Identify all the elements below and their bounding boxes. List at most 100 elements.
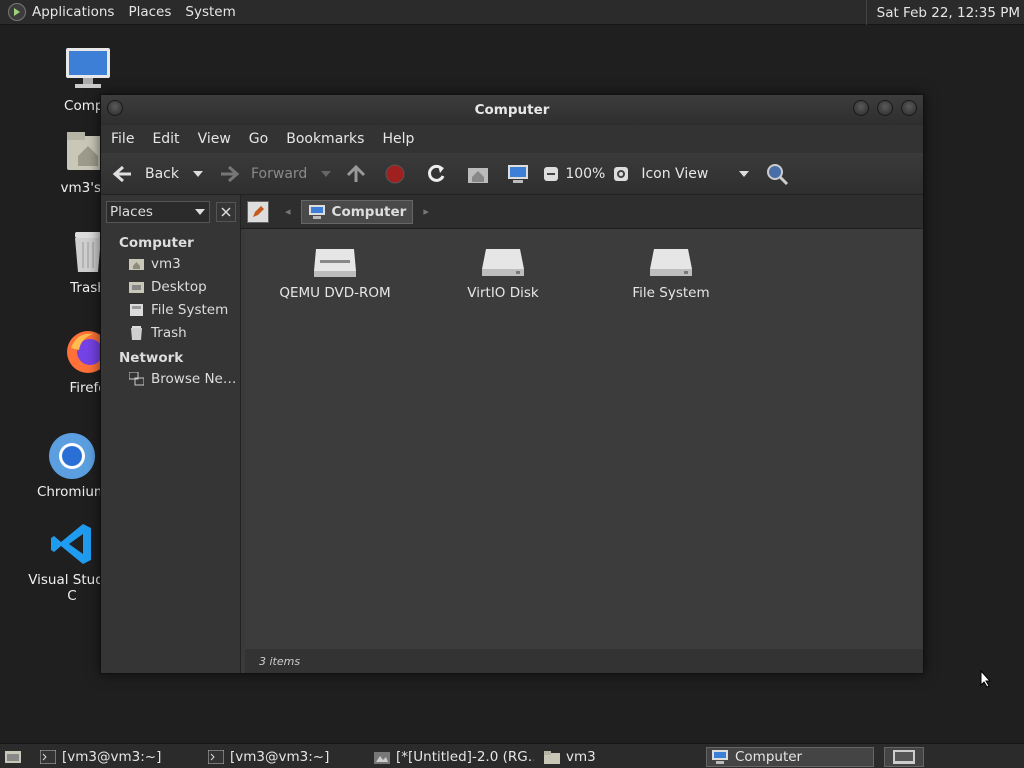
toolbar: Back Forward 100% Icon View bbox=[101, 153, 923, 195]
zoom-in-button[interactable] bbox=[613, 153, 629, 194]
file-item-dvd[interactable]: QEMU DVD-ROM bbox=[265, 243, 405, 301]
sidebar-item-label: vm3 bbox=[151, 255, 181, 272]
back-history-dropdown[interactable] bbox=[193, 153, 203, 194]
computer-icon bbox=[508, 164, 529, 183]
search-button[interactable] bbox=[765, 153, 789, 194]
sidebar-section-computer: Computer bbox=[119, 235, 194, 251]
forward-history-dropdown[interactable] bbox=[321, 153, 332, 194]
reload-icon bbox=[428, 164, 445, 182]
chevron-down-icon bbox=[193, 170, 203, 177]
view-mode-select[interactable]: Icon View bbox=[641, 153, 750, 194]
sidebar-item-label: Desktop bbox=[151, 278, 207, 295]
path-left-arrow[interactable]: ◂ bbox=[285, 205, 291, 218]
close-button[interactable] bbox=[901, 100, 917, 116]
taskbar-item-label: vm3 bbox=[566, 749, 596, 765]
sidebar-item-label: File System bbox=[151, 301, 229, 318]
hard-drive-icon bbox=[482, 249, 524, 276]
file-item-virtio[interactable]: VirtIO Disk bbox=[433, 243, 573, 301]
taskbar-item-terminal-2[interactable]: [vm3@vm3:~] bbox=[208, 747, 329, 767]
computer-icon bbox=[712, 750, 728, 764]
zoom-level[interactable]: 100% bbox=[565, 166, 605, 182]
trash-icon bbox=[131, 325, 142, 340]
back-label: Back bbox=[145, 165, 179, 182]
menu-view[interactable]: View bbox=[198, 131, 231, 147]
path-label: Computer bbox=[331, 203, 407, 220]
sidebar-item-browse-network[interactable]: Browse Ne… bbox=[101, 367, 240, 390]
sidebar-item-trash[interactable]: Trash bbox=[101, 321, 240, 344]
menu-go[interactable]: Go bbox=[249, 131, 268, 147]
taskbar-item-computer[interactable]: Computer bbox=[706, 747, 874, 767]
chevron-down-icon bbox=[321, 170, 332, 177]
mouse-cursor-icon bbox=[980, 670, 992, 688]
zoom-out-button[interactable] bbox=[543, 153, 559, 194]
sidebar-item-desktop[interactable]: Desktop bbox=[101, 275, 240, 298]
workspace-switcher[interactable] bbox=[884, 747, 924, 767]
taskbar-item-vm3[interactable]: vm3 bbox=[544, 747, 596, 767]
file-label: QEMU DVD-ROM bbox=[279, 285, 391, 301]
forward-button[interactable]: Forward bbox=[217, 153, 307, 194]
stop-button[interactable] bbox=[385, 153, 405, 194]
path-right-arrow[interactable]: ▸ bbox=[423, 205, 429, 218]
window-titlebar[interactable]: Computer bbox=[101, 95, 923, 125]
menu-file[interactable]: File bbox=[111, 131, 134, 147]
sidebar-type-select[interactable]: Places bbox=[106, 201, 210, 223]
home-folder-icon bbox=[129, 258, 144, 270]
sidebar-item-filesystem[interactable]: File System bbox=[101, 298, 240, 321]
menu-system[interactable]: System bbox=[185, 4, 235, 20]
taskbar-item-label: [vm3@vm3:~] bbox=[230, 749, 330, 765]
top-panel: Applications Places System Sat Feb 22, 1… bbox=[0, 0, 1024, 25]
taskbar-item-label: [vm3@vm3:~] bbox=[62, 749, 162, 765]
optical-drive-icon bbox=[314, 249, 356, 277]
file-label: File System bbox=[632, 285, 710, 301]
show-desktop-button[interactable] bbox=[4, 747, 22, 767]
path-button-computer[interactable]: Computer bbox=[300, 199, 414, 224]
network-icon bbox=[129, 371, 144, 385]
view-mode-value: Icon View bbox=[641, 165, 709, 182]
menubar: File Edit View Go Bookmarks Help bbox=[101, 125, 923, 153]
forward-arrow-icon bbox=[221, 165, 240, 182]
file-view[interactable]: QEMU DVD-ROM VirtIO Disk File System bbox=[245, 229, 923, 649]
file-manager-window: Computer File Edit View Go Bookmarks Hel… bbox=[100, 94, 924, 674]
menu-edit[interactable]: Edit bbox=[152, 131, 179, 147]
maximize-button[interactable] bbox=[877, 100, 893, 116]
taskbar-item-label: Computer bbox=[735, 749, 803, 765]
bottom-panel: [vm3@vm3:~] [vm3@vm3:~] [*[Untitled]-2.0… bbox=[0, 743, 1024, 768]
window-menu-button[interactable] bbox=[107, 100, 123, 116]
minimize-button[interactable] bbox=[853, 100, 869, 116]
taskbar-item-label: [*[Untitled]-2.0 (RG… bbox=[396, 749, 534, 765]
clock[interactable]: Sat Feb 22, 12:35 PM bbox=[865, 0, 1020, 25]
toggle-location-button[interactable] bbox=[247, 200, 269, 223]
chevron-down-icon bbox=[195, 209, 205, 215]
sidebar-item-vm3[interactable]: vm3 bbox=[101, 252, 240, 275]
window-title: Computer bbox=[474, 102, 550, 118]
folder-icon bbox=[544, 751, 560, 764]
menu-places[interactable]: Places bbox=[128, 4, 171, 20]
status-bar: 3 items bbox=[245, 649, 923, 673]
menu-bookmarks[interactable]: Bookmarks bbox=[286, 131, 364, 147]
terminal-icon bbox=[208, 750, 224, 764]
workspace-icon bbox=[893, 750, 915, 764]
sidebar-item-label: Browse Ne… bbox=[151, 370, 237, 387]
image-editor-icon bbox=[374, 752, 390, 764]
menu-help[interactable]: Help bbox=[382, 131, 414, 147]
back-button[interactable]: Back bbox=[111, 153, 179, 194]
chromium-icon bbox=[47, 432, 97, 480]
drive-icon bbox=[130, 303, 143, 316]
home-button[interactable] bbox=[467, 153, 489, 194]
taskbar-item-gimp[interactable]: [*[Untitled]-2.0 (RG… bbox=[374, 747, 534, 767]
computer-button[interactable] bbox=[507, 153, 529, 194]
home-icon bbox=[468, 167, 489, 183]
vscode-icon bbox=[47, 520, 97, 568]
taskbar-item-terminal-1[interactable]: [vm3@vm3:~] bbox=[40, 747, 161, 767]
menu-applications[interactable]: Applications bbox=[32, 4, 114, 20]
up-button[interactable] bbox=[345, 153, 367, 194]
chevron-down-icon bbox=[739, 170, 750, 177]
desktop-folder-icon bbox=[129, 281, 144, 293]
file-label: VirtIO Disk bbox=[467, 285, 539, 301]
file-item-filesystem[interactable]: File System bbox=[601, 243, 741, 301]
gnome-foot-icon[interactable] bbox=[8, 3, 26, 21]
sidebar-close-button[interactable] bbox=[216, 202, 236, 222]
sidebar-section-network: Network bbox=[119, 350, 184, 366]
reload-button[interactable] bbox=[425, 153, 447, 194]
up-arrow-icon bbox=[347, 164, 366, 182]
